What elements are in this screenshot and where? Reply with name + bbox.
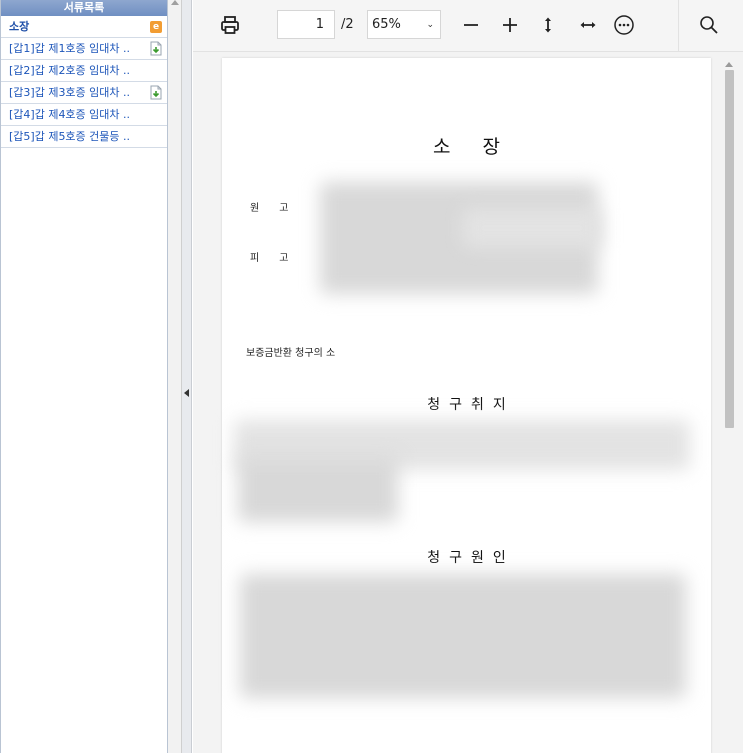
- page-total-count: /2: [341, 17, 354, 32]
- document-item-evidence-3[interactable]: [갑3]갑 제3호증 임대차 ..: [1, 82, 167, 104]
- claim-cause-heading: 청구원인: [427, 550, 515, 566]
- document-item-label: [갑3]갑 제3호증 임대차 ..: [9, 86, 131, 99]
- panel-splitter[interactable]: [182, 0, 192, 753]
- toolbar-divider: [678, 0, 679, 52]
- viewer-toolbar: /2 65% ⌄: [193, 0, 743, 52]
- attachment-download-icon[interactable]: [149, 41, 163, 56]
- document-item-evidence-4[interactable]: [갑4]갑 제4호증 임대차 ..: [1, 104, 167, 126]
- plaintiff-label: 원고: [250, 203, 309, 214]
- document-title: 소장: [433, 136, 532, 158]
- attachment-download-icon[interactable]: [149, 85, 163, 100]
- zoom-value: 65%: [372, 17, 401, 32]
- fit-height-icon[interactable]: [541, 15, 555, 35]
- document-item-evidence-2[interactable]: [갑2]갑 제2호증 임대차 ..: [1, 60, 167, 82]
- document-item-evidence-1[interactable]: [갑1]갑 제1호증 임대차 ..: [1, 38, 167, 60]
- zoom-in-icon[interactable]: [500, 15, 520, 35]
- document-item-evidence-5[interactable]: [갑5]갑 제5호증 건물등 ..: [1, 126, 167, 148]
- scroll-up-arrow-icon[interactable]: [171, 0, 179, 5]
- app-root: 서류목록 소장 e [갑1]갑 제1호증 임대차 .. [갑2]갑 제2호증 임…: [0, 0, 743, 753]
- document-list-scrollbar[interactable]: [168, 0, 182, 753]
- redacted-party-info: [462, 208, 602, 248]
- chevron-down-icon: ⌄: [426, 20, 434, 30]
- defendant-label: 피고: [250, 253, 309, 264]
- document-list-panel: 서류목록 소장 e [갑1]갑 제1호증 임대차 .. [갑2]갑 제2호증 임…: [0, 0, 168, 753]
- document-page: 소장 원고 피고 보증금반환 청구의 소 청구취지 청구원인: [222, 58, 711, 753]
- pdf-viewer: /2 65% ⌄: [193, 0, 743, 753]
- viewer-scrollbar-thumb[interactable]: [725, 70, 734, 428]
- document-item-complaint[interactable]: 소장 e: [1, 16, 167, 38]
- fit-width-icon[interactable]: [578, 18, 598, 32]
- zoom-select[interactable]: 65% ⌄: [367, 10, 441, 39]
- document-item-label: [갑4]갑 제4호증 임대차 ..: [9, 108, 131, 121]
- document-item-label: [갑2]갑 제2호증 임대차 ..: [9, 64, 131, 77]
- claim-purpose-heading: 청구취지: [427, 397, 515, 413]
- scroll-up-arrow-icon[interactable]: [725, 62, 733, 67]
- redacted-claim-purpose: [238, 456, 398, 522]
- search-icon[interactable]: [699, 15, 719, 35]
- redacted-claim-cause: [240, 574, 686, 698]
- print-icon[interactable]: [219, 14, 241, 36]
- viewer-scrollbar[interactable]: [723, 58, 735, 753]
- zoom-out-icon[interactable]: [461, 15, 481, 35]
- page-number-input[interactable]: [277, 10, 335, 39]
- claim-type-text: 보증금반환 청구의 소: [246, 348, 336, 359]
- document-item-label: 소장: [9, 20, 30, 33]
- edit-icon[interactable]: e: [150, 21, 162, 33]
- document-list-header: 서류목록: [1, 0, 167, 16]
- document-item-label: [갑1]갑 제1호증 임대차 ..: [9, 42, 131, 55]
- document-item-label: [갑5]갑 제5호증 건물등 ..: [9, 130, 131, 143]
- more-icon[interactable]: [613, 14, 635, 36]
- collapse-left-arrow-icon[interactable]: [184, 389, 189, 397]
